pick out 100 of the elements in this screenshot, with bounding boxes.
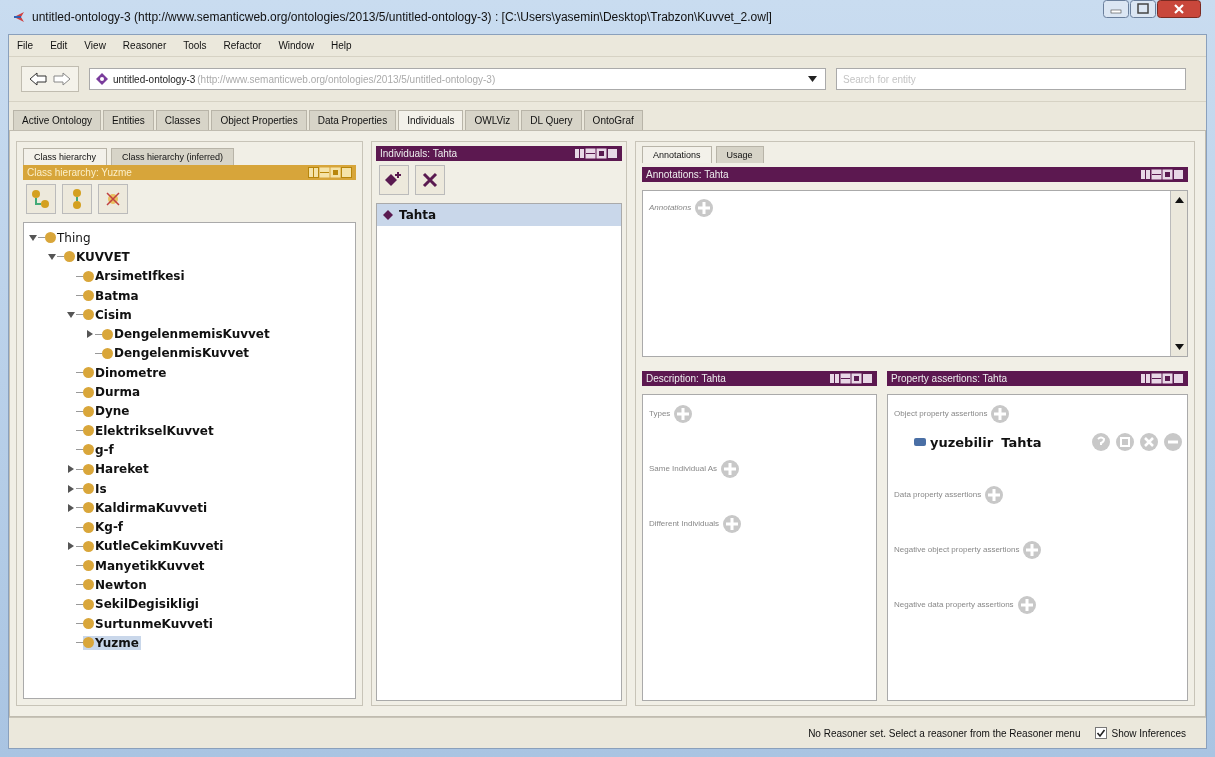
class-dot-icon xyxy=(83,540,94,552)
property-value: Tahta xyxy=(1001,434,1042,450)
back-arrow-icon[interactable] xyxy=(29,72,47,86)
tree-item[interactable]: ArsimetIfkesi xyxy=(83,269,187,284)
tab[interactable]: Class hierarchy (inferred) xyxy=(111,148,235,165)
menu-item[interactable]: Window xyxy=(278,40,314,51)
menu-item[interactable]: View xyxy=(84,40,106,51)
ontology-icon xyxy=(96,73,108,85)
panel-title: Individuals: Tahta xyxy=(380,148,458,159)
window-title: untitled-ontology-3 (http://www.semanticweb.org/ontologies/2013/5/untitled-ontology-3) : [C:\Users\yasemin\Desktop\Trabzon\Kuvvet_2.owl] xyxy=(32,10,773,24)
section-label: Data property assertions xyxy=(894,490,982,499)
tree-item[interactable]: ElektrikselKuvvet xyxy=(83,423,216,438)
tree-item[interactable]: DengelenmisKuvvet xyxy=(102,346,252,361)
delete-individual-button[interactable] xyxy=(415,165,445,195)
menu-item[interactable]: Reasoner xyxy=(122,40,167,51)
tree-item[interactable]: Kg-f xyxy=(83,520,126,535)
menu-item[interactable]: Refactor xyxy=(223,40,262,51)
delete-class-button[interactable] xyxy=(98,184,128,214)
panel-title: Property assertions: Tahta xyxy=(891,373,1007,384)
tree-item[interactable]: Batma xyxy=(83,288,141,303)
expanded-triangle-icon[interactable] xyxy=(66,309,76,320)
dropdown-arrow-icon xyxy=(808,76,817,82)
tab[interactable]: Data Properties xyxy=(308,110,397,130)
app-icon xyxy=(12,10,26,24)
tab[interactable]: Entities xyxy=(103,110,154,130)
maximize-button[interactable] xyxy=(1130,0,1156,18)
collapsed-triangle-icon[interactable] xyxy=(66,502,76,513)
scroll-down-icon[interactable] xyxy=(1174,344,1184,350)
section-label: Negative data property assertions xyxy=(894,600,1014,609)
tree-item[interactable]: Thing xyxy=(45,230,93,245)
expanded-triangle-icon[interactable] xyxy=(47,251,57,262)
class-dot-icon xyxy=(83,618,94,630)
menu-item[interactable]: Help xyxy=(330,40,352,51)
collapsed-triangle-icon[interactable] xyxy=(66,464,76,475)
tree-item[interactable]: Durma xyxy=(83,385,143,399)
tab[interactable]: Active Ontology xyxy=(13,110,102,130)
ontology-selector[interactable]: untitled-ontology-3 (http://www.semanticweb.org/ontologies/2013/5/untitled-ontology-3) xyxy=(89,68,826,90)
class-dot-icon xyxy=(83,367,94,379)
close-button[interactable] xyxy=(1157,0,1201,18)
tab[interactable]: Object Properties xyxy=(211,110,307,130)
class-dot-icon xyxy=(83,290,94,302)
tree-item[interactable]: Is xyxy=(83,481,109,496)
tab[interactable]: Usage xyxy=(715,146,764,163)
individual-item[interactable]: Tahta xyxy=(377,204,621,226)
section-label: Annotations xyxy=(649,203,692,212)
tree-item[interactable]: KutleCekimKuvveti xyxy=(83,539,226,554)
tab[interactable]: Class hierarchy xyxy=(23,148,108,165)
class-dot-icon xyxy=(83,598,94,610)
collapsed-triangle-icon[interactable] xyxy=(66,483,76,494)
tab[interactable]: DL Query xyxy=(521,110,582,130)
tab[interactable]: Classes xyxy=(155,110,210,130)
collapsed-triangle-icon[interactable] xyxy=(85,329,95,340)
tree-item[interactable]: SurtunmeKuvveti xyxy=(83,616,215,631)
collapsed-triangle-icon[interactable] xyxy=(66,541,76,552)
tree-item[interactable]: KaldirmaKuvveti xyxy=(83,500,209,515)
tree-item[interactable]: Yuzme xyxy=(83,635,141,650)
tree-item[interactable]: Hareket xyxy=(83,462,151,477)
tree-item[interactable]: Dyne xyxy=(83,404,132,419)
add-subclass-button[interactable] xyxy=(26,184,56,214)
status-message: No Reasoner set. Select a reasoner from the Reasoner menu xyxy=(808,727,1081,739)
menu-item[interactable]: File xyxy=(17,40,34,51)
tab[interactable]: OntoGraf xyxy=(583,110,643,130)
panel-title: Annotations: Tahta xyxy=(646,169,729,180)
view-controls-icon[interactable] xyxy=(574,148,618,159)
section-label: Different Individuals xyxy=(649,519,720,528)
tree-item[interactable]: KUVVET xyxy=(64,249,132,264)
minimize-button[interactable] xyxy=(1103,0,1129,18)
class-dot-icon xyxy=(83,502,94,514)
class-dot-icon xyxy=(83,521,94,533)
tree-item[interactable]: SekilDegisikligi xyxy=(83,597,201,612)
show-inferences-checkbox[interactable]: Show Inferences xyxy=(1094,727,1186,739)
class-dot-icon xyxy=(83,444,94,456)
tree-item[interactable]: DengelenmemisKuvvet xyxy=(102,327,272,342)
tree-item[interactable]: ManyetikKuvvet xyxy=(83,558,207,573)
tab[interactable]: Annotations xyxy=(642,146,712,163)
class-dot-icon xyxy=(102,328,113,340)
section-label: Types xyxy=(649,409,671,418)
panel-title: Description: Tahta xyxy=(646,373,726,384)
view-controls-icon[interactable] xyxy=(1140,169,1184,180)
scrollbar[interactable] xyxy=(1170,191,1187,356)
view-controls-icon[interactable] xyxy=(829,373,873,384)
scroll-up-icon[interactable] xyxy=(1174,197,1184,203)
tab[interactable]: OWLViz xyxy=(465,110,520,130)
tab[interactable]: Individuals xyxy=(398,110,464,130)
property-name: yuzebilir xyxy=(930,434,994,450)
expanded-triangle-icon[interactable] xyxy=(28,232,38,243)
class-dot-icon xyxy=(83,560,94,572)
object-property-icon xyxy=(914,438,926,446)
tree-item[interactable]: Dinometre xyxy=(83,365,169,380)
tree-item[interactable]: Newton xyxy=(83,578,149,592)
class-dot-icon xyxy=(102,347,113,359)
tree-item[interactable]: g-f xyxy=(83,442,116,457)
tree-item[interactable]: Cisim xyxy=(83,307,134,322)
add-individual-button[interactable] xyxy=(379,165,409,195)
menu-item[interactable]: Edit xyxy=(50,40,68,51)
checkbox[interactable] xyxy=(1094,727,1107,739)
view-controls-icon[interactable] xyxy=(1140,373,1184,384)
menu-item[interactable]: Tools xyxy=(183,40,207,51)
forward-arrow-icon[interactable] xyxy=(53,72,71,86)
class-dot-icon xyxy=(83,386,94,398)
